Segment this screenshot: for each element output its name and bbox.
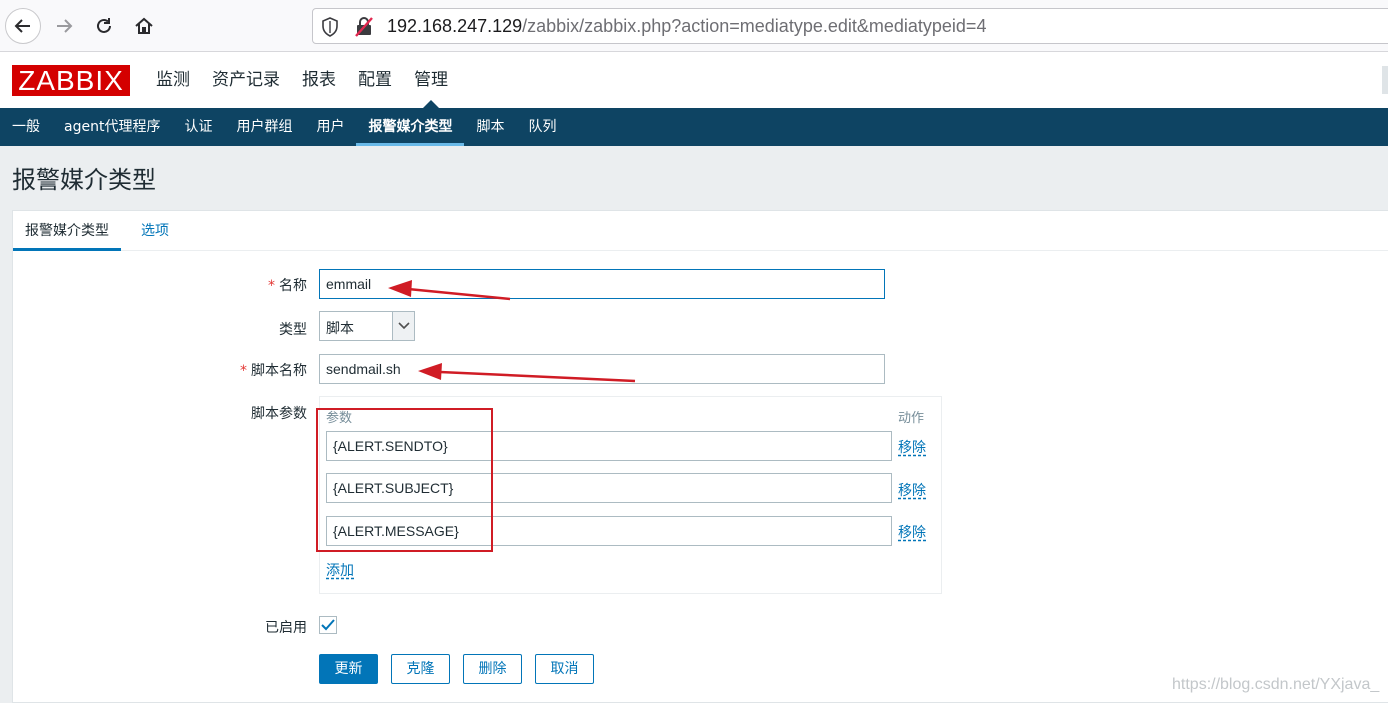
script-params-label: 脚本参数 bbox=[251, 406, 307, 422]
submenu-general[interactable]: 一般 bbox=[0, 108, 52, 146]
page-title: 报警媒介类型 bbox=[12, 166, 156, 194]
browser-toolbar: 192.168.247.129/zabbix/zabbix.php?action… bbox=[0, 0, 1388, 52]
submenu-media-types[interactable]: 报警媒介类型 bbox=[356, 108, 465, 146]
sub-menu: 一般 agent代理程序 认证 用户群组 用户 报警媒介类型 脚本 队列 bbox=[0, 108, 1388, 146]
chevron-down-icon[interactable] bbox=[392, 312, 414, 340]
reload-icon bbox=[97, 18, 111, 33]
script-name-label: * 脚本名称 bbox=[240, 363, 307, 379]
submenu-authentication[interactable]: 认证 bbox=[172, 108, 224, 146]
delete-button[interactable]: 删除 bbox=[463, 654, 522, 684]
annotation-highlight-box bbox=[316, 408, 493, 552]
app-header: ZABBIX 监测 资产记录 报表 配置 管理 bbox=[0, 52, 1388, 108]
home-button[interactable] bbox=[126, 8, 162, 44]
submenu-scripts[interactable]: 脚本 bbox=[464, 108, 516, 146]
tab-options[interactable]: 选项 bbox=[129, 211, 181, 251]
required-marker: * bbox=[240, 363, 247, 379]
checkmark-icon bbox=[321, 619, 335, 631]
param-remove-link-3[interactable]: 移除 bbox=[898, 522, 926, 542]
param-remove-link-1[interactable]: 移除 bbox=[898, 437, 926, 457]
url-bar[interactable]: 192.168.247.129/zabbix/zabbix.php?action… bbox=[312, 8, 1388, 44]
type-label: 类型 bbox=[279, 322, 307, 338]
submenu-user-groups[interactable]: 用户群组 bbox=[224, 108, 304, 146]
menu-administration[interactable]: 管理 bbox=[403, 52, 459, 108]
url-path: /zabbix/zabbix.php?action=mediatype.edit… bbox=[522, 16, 987, 36]
menu-monitoring[interactable]: 监测 bbox=[145, 52, 201, 108]
param-add-link[interactable]: 添加 bbox=[326, 560, 354, 580]
main-menu: 监测 资产记录 报表 配置 管理 bbox=[145, 52, 459, 108]
submenu-users[interactable]: 用户 bbox=[304, 108, 356, 146]
submenu-queue[interactable]: 队列 bbox=[516, 108, 568, 146]
home-icon bbox=[135, 17, 153, 34]
param-remove-link-2[interactable]: 移除 bbox=[898, 480, 926, 500]
url-text[interactable]: 192.168.247.129/zabbix/zabbix.php?action… bbox=[387, 16, 986, 37]
enabled-checkbox[interactable] bbox=[319, 616, 337, 634]
watermark: https://blog.csdn.net/YXjava_ bbox=[1172, 676, 1380, 693]
tab-media-type[interactable]: 报警媒介类型 bbox=[13, 211, 121, 251]
arrow-right-icon bbox=[57, 19, 73, 33]
insecure-lock-icon[interactable] bbox=[355, 17, 373, 37]
form-tabs: 报警媒介类型 选项 bbox=[13, 211, 1388, 251]
clone-button[interactable]: 克隆 bbox=[391, 654, 450, 684]
menu-inventory[interactable]: 资产记录 bbox=[201, 52, 291, 108]
type-select-value: 脚本 bbox=[326, 321, 354, 337]
type-select[interactable]: 脚本 bbox=[319, 311, 415, 341]
zabbix-logo[interactable]: ZABBIX bbox=[12, 65, 130, 96]
name-label: * 名称 bbox=[268, 278, 307, 294]
form-panel: 报警媒介类型 选项 * 名称 emmail 类型 脚本 * 脚本名称 sendmai… bbox=[12, 210, 1388, 703]
back-button[interactable] bbox=[5, 8, 41, 44]
menu-reports[interactable]: 报表 bbox=[291, 52, 347, 108]
arrow-left-icon bbox=[14, 19, 30, 33]
submenu-proxies[interactable]: agent代理程序 bbox=[52, 108, 172, 146]
cancel-button[interactable]: 取消 bbox=[535, 654, 594, 684]
script-name-input[interactable]: sendmail.sh bbox=[319, 354, 885, 384]
forward-button[interactable] bbox=[46, 8, 82, 44]
menu-configuration[interactable]: 配置 bbox=[347, 52, 403, 108]
params-header-action: 动作 bbox=[898, 411, 925, 426]
side-panel-handle[interactable] bbox=[1382, 66, 1388, 94]
name-input[interactable]: emmail bbox=[319, 269, 885, 299]
enabled-label: 已启用 bbox=[265, 620, 307, 636]
reload-button[interactable] bbox=[86, 8, 122, 44]
required-marker: * bbox=[268, 278, 275, 294]
shield-icon[interactable] bbox=[321, 17, 339, 37]
update-button[interactable]: 更新 bbox=[319, 654, 378, 684]
url-host: 192.168.247.129 bbox=[387, 16, 523, 36]
